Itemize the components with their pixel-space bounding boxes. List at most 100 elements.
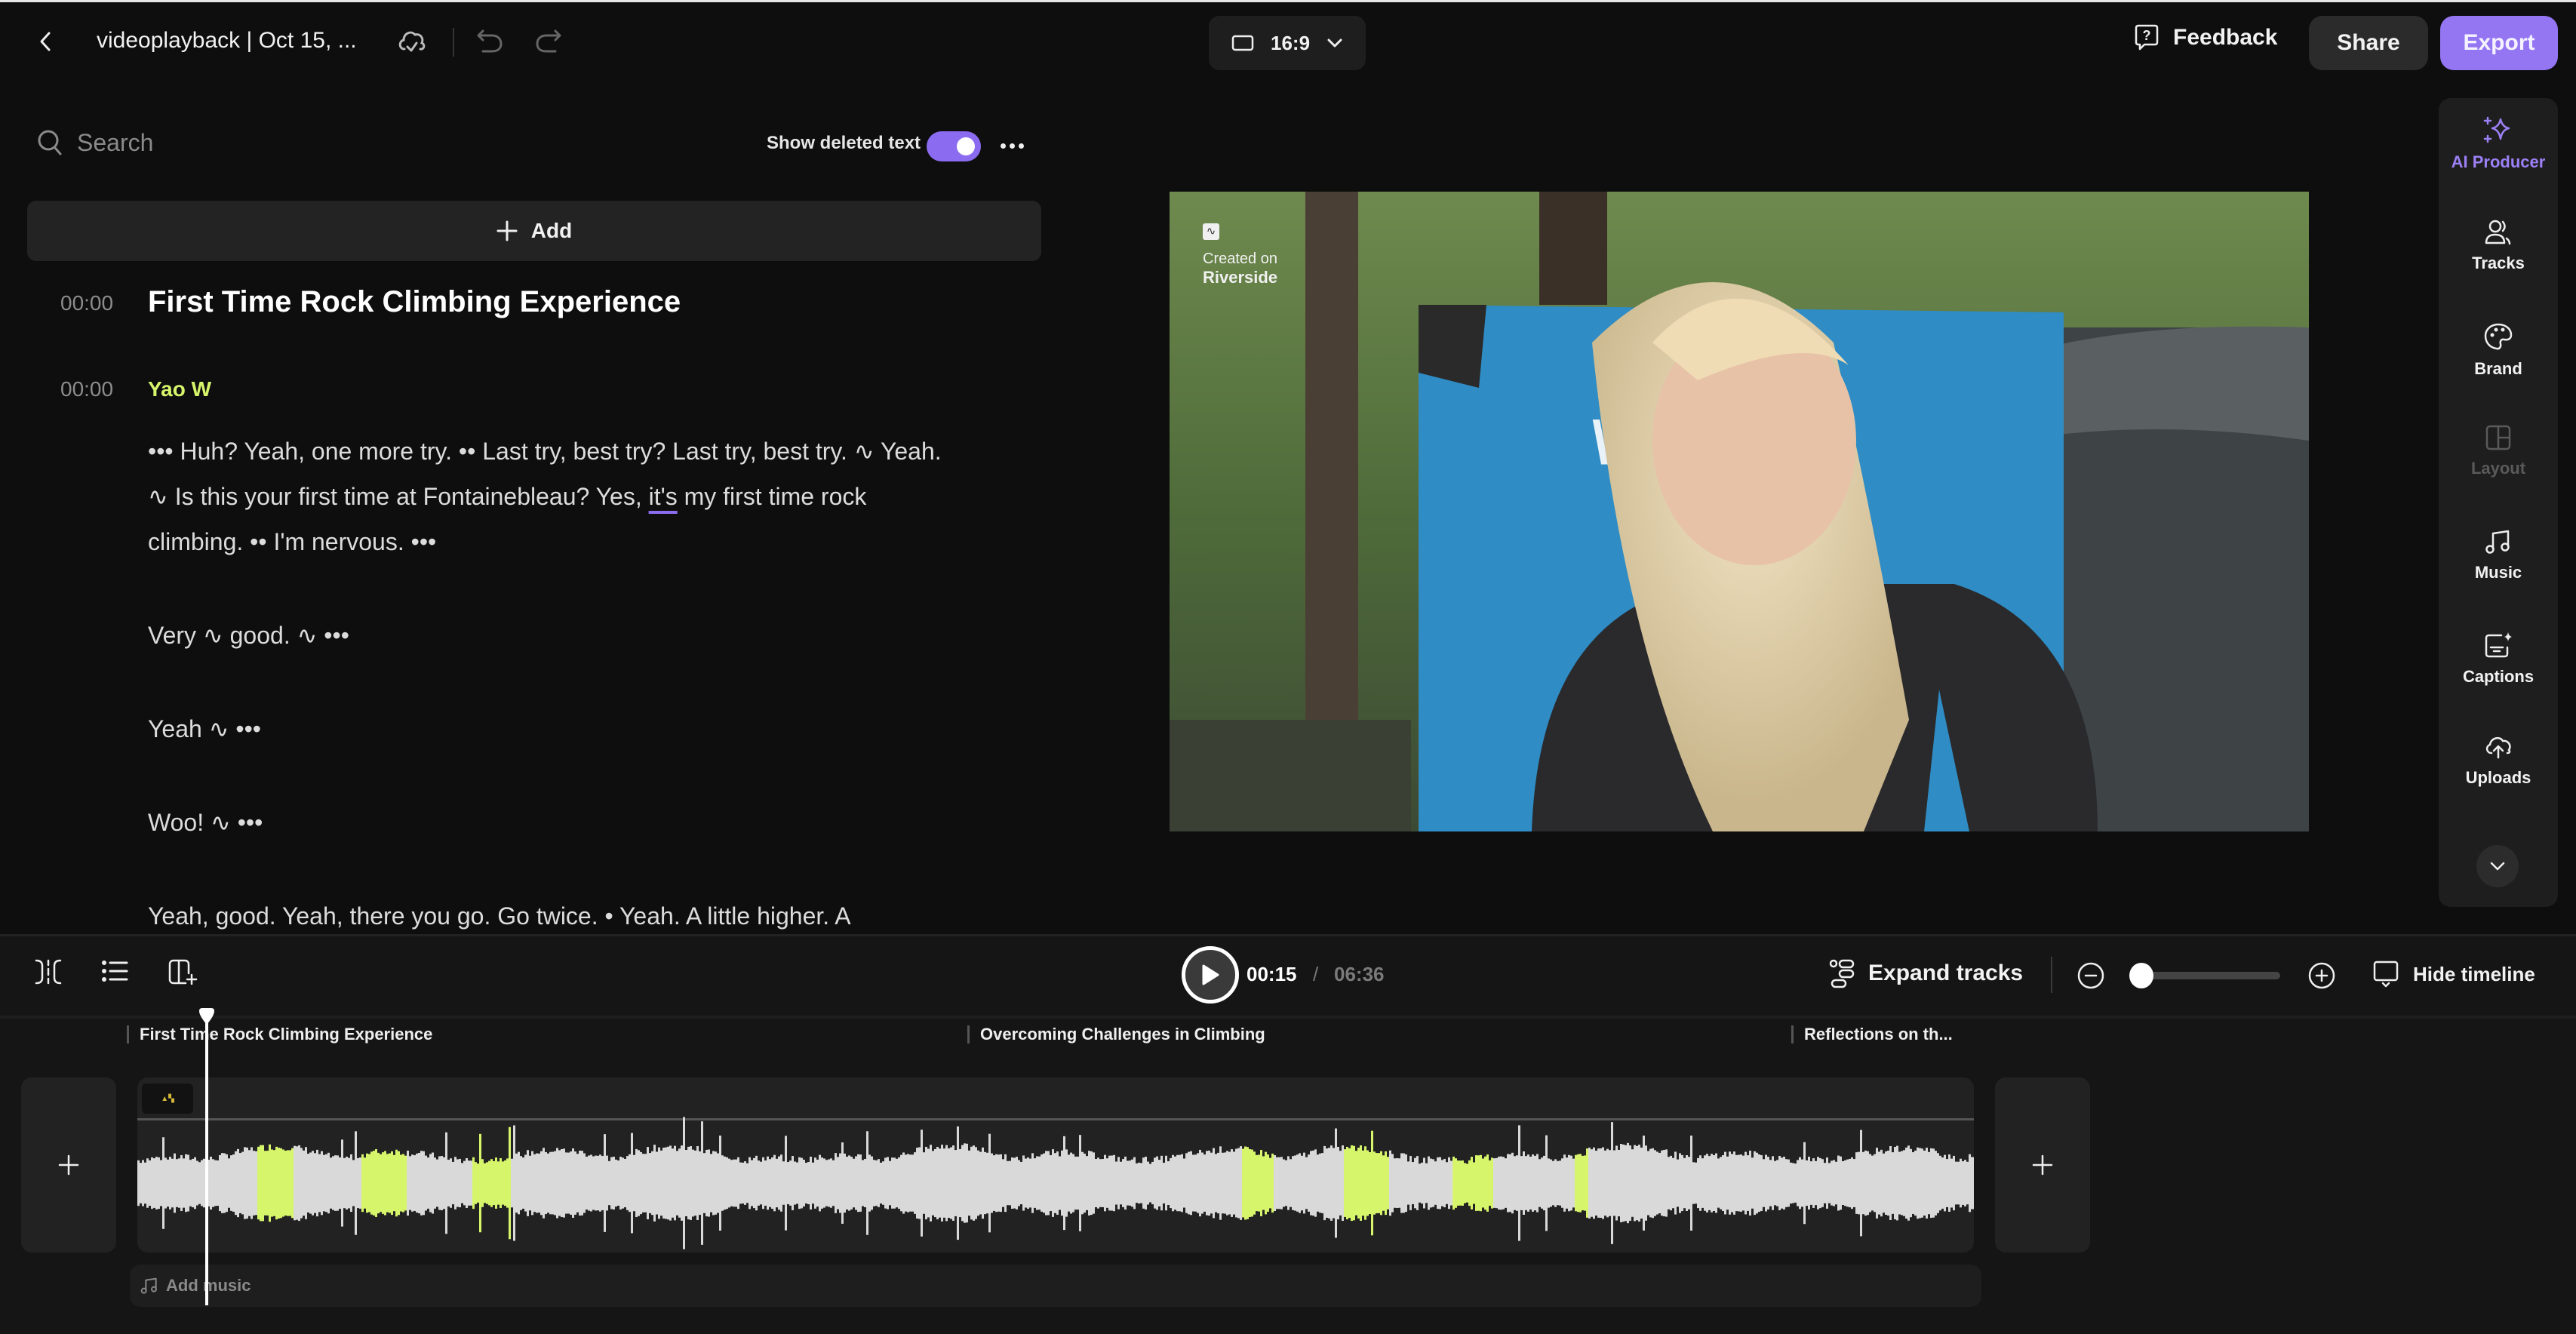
rail-item-uploads[interactable]: Uploads bbox=[2439, 733, 2558, 788]
timeline-zoom-slider[interactable] bbox=[2129, 963, 2280, 988]
waveform-bar bbox=[1029, 1158, 1031, 1208]
transcript-paragraph[interactable]: Very ∿ good. ∿ ••• bbox=[148, 613, 955, 658]
rail-item-captions[interactable]: Captions bbox=[2439, 631, 2558, 687]
video-preview[interactable]: \\\\| ∿ Created on Riverside bbox=[1170, 192, 2309, 831]
waveform-bar bbox=[871, 1156, 873, 1210]
rail-scroll-down-button[interactable] bbox=[2476, 845, 2519, 887]
waveform-bar bbox=[1181, 1154, 1183, 1213]
waveform-bar bbox=[864, 1159, 866, 1207]
waveform-bar bbox=[1971, 1157, 1973, 1210]
slider-thumb[interactable] bbox=[2129, 963, 2153, 988]
waveform-bar bbox=[160, 1160, 162, 1206]
transcript-paragraph[interactable]: ••• Huh? Yeah, one more try. •• Last try… bbox=[148, 429, 955, 564]
waveform-bar bbox=[1136, 1163, 1138, 1203]
rail-item-ai-producer[interactable]: AI Producer bbox=[2439, 115, 2558, 172]
feedback-button[interactable]: ? Feedback bbox=[2134, 23, 2277, 52]
waveform-bar bbox=[1038, 1156, 1041, 1210]
share-button[interactable]: Share bbox=[2309, 16, 2428, 70]
audio-video-track-clip[interactable]: ▲▚ bbox=[137, 1077, 1974, 1253]
waveform-bar bbox=[1572, 1158, 1575, 1208]
waveform-bar bbox=[183, 1158, 185, 1208]
waveform-bar bbox=[1084, 1153, 1086, 1213]
waveform-bar bbox=[1251, 1149, 1253, 1217]
undo-icon[interactable] bbox=[475, 28, 506, 55]
waveform-bar bbox=[1000, 1154, 1002, 1213]
transcript-paragraph[interactable]: Yeah, good. Yeah, there you go. Go twice… bbox=[148, 893, 955, 934]
waveform-bar bbox=[144, 1162, 146, 1204]
waveform-bar bbox=[355, 1131, 357, 1235]
waveform-bar bbox=[1095, 1159, 1097, 1207]
waveform-bar bbox=[1846, 1159, 1849, 1207]
waveform-bar bbox=[1011, 1157, 1013, 1209]
waveform-bar bbox=[642, 1154, 644, 1213]
waveform-bar bbox=[235, 1151, 237, 1216]
waveform-bar bbox=[461, 1163, 463, 1203]
waveform-bar bbox=[194, 1157, 196, 1210]
waveform-bar bbox=[1656, 1151, 1658, 1215]
timeline-chapter-marker[interactable]: First Time Rock Climbing Experience bbox=[127, 1025, 432, 1044]
waveform-bar bbox=[1403, 1153, 1405, 1213]
rail-item-music[interactable]: Music bbox=[2439, 528, 2558, 582]
hide-timeline-button[interactable]: Hide timeline bbox=[2372, 960, 2535, 988]
more-options-button[interactable] bbox=[1001, 133, 1024, 158]
project-title[interactable]: videoplayback | Oct 15, ... bbox=[97, 28, 357, 54]
transcript-paragraph[interactable]: Yeah ∿ ••• bbox=[148, 706, 955, 752]
waveform-bar bbox=[332, 1156, 334, 1210]
waveform-bar bbox=[506, 1158, 509, 1208]
waveform-bar bbox=[407, 1150, 409, 1216]
waveform-bar bbox=[1763, 1159, 1765, 1207]
speaker-timestamp[interactable]: 00:00 bbox=[60, 377, 113, 401]
timeline-ruler[interactable] bbox=[0, 1016, 2576, 1019]
search-input[interactable]: Search bbox=[36, 128, 153, 157]
add-button[interactable]: Add bbox=[27, 201, 1041, 261]
waveform-bar bbox=[597, 1155, 599, 1211]
chapter-marker-label: Overcoming Challenges in Climbing bbox=[980, 1025, 1265, 1044]
highlighted-word[interactable]: it's bbox=[649, 483, 678, 510]
rail-item-tracks[interactable]: Tracks bbox=[2439, 219, 2558, 273]
chapter-title[interactable]: First Time Rock Climbing Experience bbox=[148, 285, 681, 319]
chapter-timestamp[interactable]: 00:00 bbox=[60, 291, 113, 315]
playhead-handle[interactable] bbox=[198, 1008, 216, 1026]
waveform-bar bbox=[839, 1153, 841, 1213]
show-deleted-toggle[interactable] bbox=[927, 131, 981, 161]
waveform-bar bbox=[846, 1156, 848, 1210]
zoom-out-icon[interactable] bbox=[2076, 961, 2105, 990]
waveform-bar bbox=[1835, 1161, 1837, 1205]
waveform-bar bbox=[1912, 1152, 1914, 1214]
zoom-in-icon[interactable] bbox=[2307, 961, 2336, 990]
waveform-bar bbox=[1176, 1154, 1179, 1212]
add-music-track[interactable]: Add music bbox=[130, 1265, 1981, 1307]
expand-tracks-button[interactable]: Expand tracks bbox=[1829, 958, 2023, 988]
timeline-chapter-marker[interactable]: Reflections on th... bbox=[1791, 1025, 1953, 1044]
waveform-bar bbox=[1905, 1147, 1907, 1219]
waveform-bar bbox=[932, 1151, 934, 1216]
rail-item-brand[interactable]: Brand bbox=[2439, 321, 2558, 379]
back-button[interactable] bbox=[30, 25, 60, 58]
export-button[interactable]: Export bbox=[2440, 16, 2558, 70]
waveform-bar bbox=[1509, 1154, 1511, 1213]
waveform-bar bbox=[1722, 1155, 1724, 1211]
split-tool-button[interactable] bbox=[33, 958, 63, 985]
transcript-paragraph[interactable]: Woo! ∿ ••• bbox=[148, 800, 955, 845]
play-button[interactable] bbox=[1182, 946, 1239, 1004]
timeline-chapter-marker[interactable]: Overcoming Challenges in Climbing bbox=[967, 1025, 1265, 1044]
redo-icon[interactable] bbox=[533, 28, 563, 55]
playhead[interactable] bbox=[205, 1010, 209, 1305]
aspect-ratio-value: 16:9 bbox=[1271, 31, 1311, 54]
aspect-ratio-dropdown[interactable]: 16:9 bbox=[1209, 16, 1366, 70]
waveform-bar bbox=[1505, 1158, 1507, 1208]
hide-timeline-label: Hide timeline bbox=[2413, 962, 2535, 985]
speaker-name[interactable]: Yao W bbox=[148, 377, 211, 401]
waveform-bar bbox=[1285, 1160, 1287, 1206]
add-layout-button[interactable] bbox=[168, 958, 198, 985]
chapters-list-button[interactable] bbox=[101, 958, 128, 984]
waveform-bar bbox=[212, 1159, 214, 1207]
chapter-marker-bar bbox=[1791, 1025, 1794, 1044]
waveform-bar bbox=[1950, 1158, 1953, 1208]
waveform-bar bbox=[758, 1160, 760, 1206]
waveform-bar bbox=[386, 1154, 389, 1213]
rail-item-layout[interactable]: Layout bbox=[2439, 424, 2558, 478]
waveform-bar bbox=[359, 1157, 361, 1209]
add-track-after-button[interactable] bbox=[1995, 1077, 2090, 1253]
add-track-before-button[interactable] bbox=[21, 1077, 116, 1253]
